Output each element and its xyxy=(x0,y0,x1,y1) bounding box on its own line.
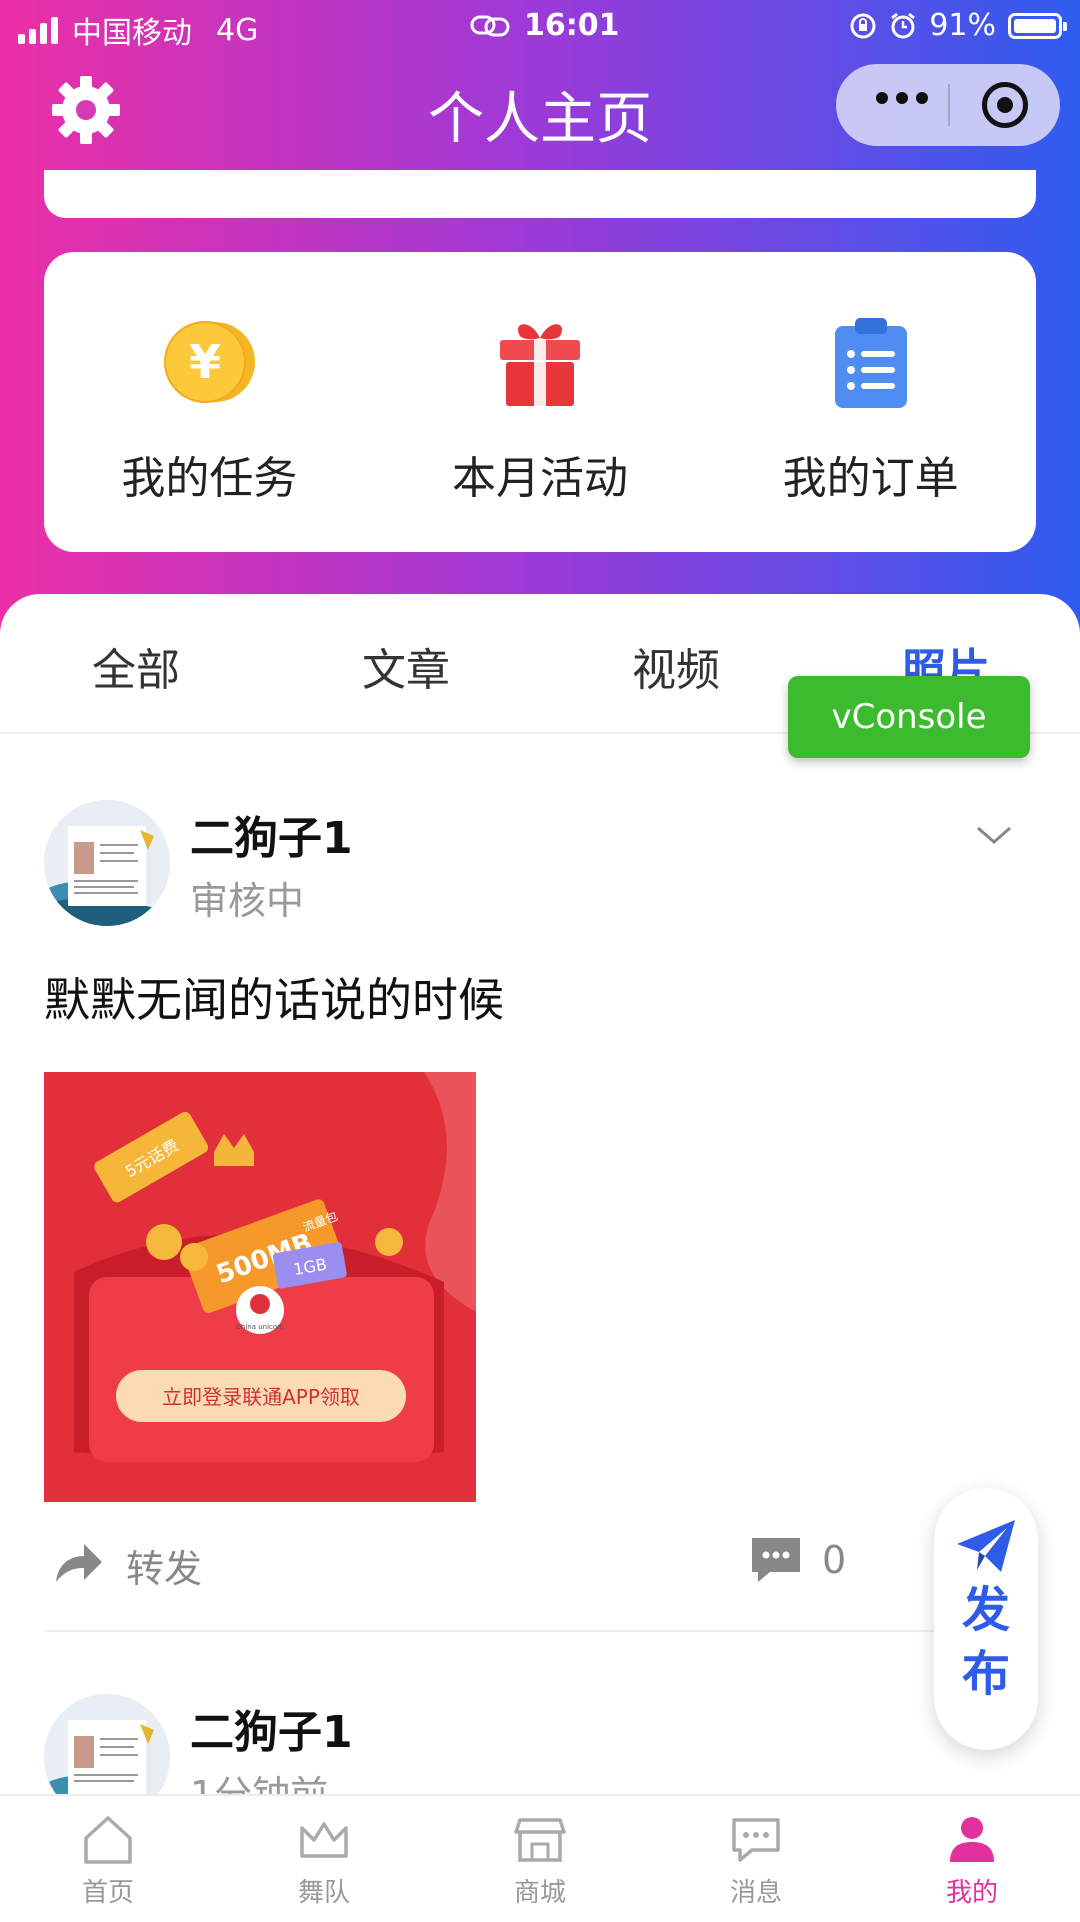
post-card: 二狗子1 1分钟前 xyxy=(44,1694,1036,1794)
share-button[interactable]: 转发 xyxy=(126,1538,202,1593)
tabbar-home[interactable]: 首页 xyxy=(0,1796,216,1922)
tabbar-label: 商城 xyxy=(513,1878,566,1908)
tabbar-label: 我的 xyxy=(945,1878,998,1908)
image-brand-label: China unicom xyxy=(236,1323,284,1331)
post-card: 二狗子1 审核中 默默无闻的话说的时候 500MB 流量包 1GB 5元话费 C… xyxy=(44,800,1036,1640)
capsule-divider xyxy=(948,84,950,126)
post-image[interactable]: 500MB 流量包 1GB 5元话费 China unicom 立即登录联通AP… xyxy=(44,1072,476,1502)
tab-videos[interactable]: 视频 xyxy=(632,634,720,698)
post-status: 审核中 xyxy=(190,879,305,923)
profile-card-bottom xyxy=(44,170,1036,218)
tabbar-messages[interactable]: 消息 xyxy=(648,1796,864,1922)
clipboard-list-icon xyxy=(834,318,907,408)
post-author[interactable]: 二狗子1 xyxy=(190,802,353,866)
gear-icon[interactable] xyxy=(48,72,124,148)
yen-coin-icon: ¥ xyxy=(164,321,256,403)
user-icon xyxy=(950,1817,994,1862)
signal-icon xyxy=(18,16,58,44)
avatar[interactable] xyxy=(44,1694,170,1794)
vconsole-button[interactable]: vConsole xyxy=(788,676,1030,758)
publish-button[interactable]: 发 布 xyxy=(934,1488,1038,1750)
link-icon xyxy=(470,15,510,36)
nav-bar: 个人主页 xyxy=(0,54,1080,174)
carrier-label: 中国移动 xyxy=(72,16,192,51)
quick-action-label: 我的订单 xyxy=(782,453,959,504)
tabbar-team[interactable]: 舞队 xyxy=(216,1796,432,1922)
quick-action-label: 本月活动 xyxy=(452,453,628,504)
more-icon[interactable] xyxy=(876,92,928,104)
tabbar-mine[interactable]: 我的 xyxy=(864,1796,1080,1922)
alarm-icon xyxy=(891,12,916,38)
chevron-down-icon[interactable] xyxy=(974,820,1014,850)
gift-icon xyxy=(500,324,580,406)
clock-label: 16:01 xyxy=(524,8,620,43)
message-icon xyxy=(732,1818,780,1862)
svg-text:¥: ¥ xyxy=(189,335,221,389)
publish-label: 布 xyxy=(961,1646,1010,1702)
comment-count: 0 xyxy=(822,1538,847,1582)
post-actions: 转发 0 xyxy=(44,1528,1036,1598)
tabbar-mall[interactable]: 商城 xyxy=(432,1796,648,1922)
feed-panel: 全部 文章 视频 照片 二狗子1 审核中 默默无闻的话说的时候 500MB 流量… xyxy=(0,594,1080,1794)
close-target-icon[interactable] xyxy=(982,82,1028,128)
quick-action-orders[interactable]: 我的订单 xyxy=(705,252,1036,552)
tab-articles[interactable]: 文章 xyxy=(362,634,450,698)
battery-percent: 91% xyxy=(929,8,996,43)
quick-action-tasks[interactable]: ¥ 我的任务 xyxy=(44,252,375,552)
tab-all[interactable]: 全部 xyxy=(92,634,180,698)
status-bar: 中国移动 4G 16:01 91% xyxy=(0,0,1080,54)
quick-action-label: 我的任务 xyxy=(121,453,298,504)
rotation-lock-icon xyxy=(850,13,876,38)
avatar[interactable] xyxy=(44,800,170,926)
share-icon[interactable] xyxy=(52,1536,104,1588)
comment-icon[interactable] xyxy=(748,1534,804,1586)
tabbar-label: 消息 xyxy=(729,1878,782,1908)
store-icon xyxy=(514,1818,566,1862)
post-time: 1分钟前 xyxy=(190,1764,328,1794)
paper-plane-icon xyxy=(957,1520,1015,1572)
crown-icon xyxy=(300,1822,348,1858)
image-cta-label: 立即登录联通APP领取 xyxy=(162,1385,360,1409)
post-author[interactable]: 二狗子1 xyxy=(190,1696,353,1760)
post-divider xyxy=(44,1630,1036,1632)
miniprogram-capsule xyxy=(836,64,1060,146)
network-label: 4G xyxy=(216,12,259,48)
bottom-tab-bar: 首页 舞队 商城 消息 我的 xyxy=(0,1794,1080,1922)
publish-label: 发 xyxy=(961,1582,1010,1638)
tabbar-label: 舞队 xyxy=(297,1878,350,1908)
quick-action-activities[interactable]: 本月活动 xyxy=(375,252,706,552)
post-text: 默默无闻的话说的时候 xyxy=(44,973,504,1027)
home-icon xyxy=(84,1816,132,1864)
quick-actions-card: ¥ 我的任务 本月活动 我的订单 xyxy=(44,252,1036,552)
battery-icon xyxy=(1008,12,1067,39)
tabbar-label: 首页 xyxy=(81,1878,134,1908)
